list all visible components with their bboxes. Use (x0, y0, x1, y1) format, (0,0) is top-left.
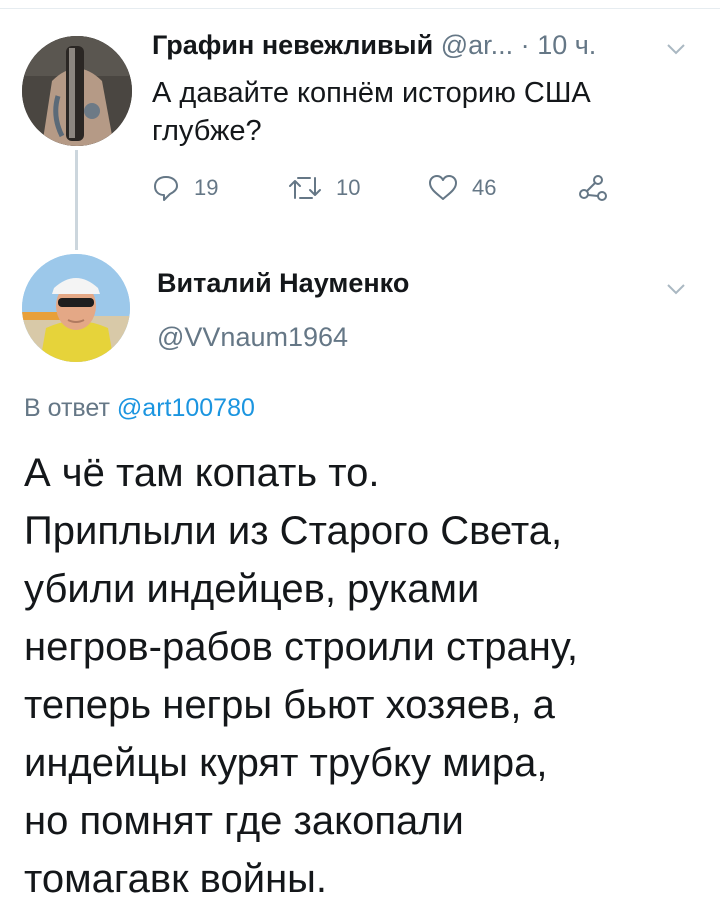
thread-line (75, 150, 78, 250)
tweet-text-line: А чё там копать то. (24, 451, 380, 495)
timestamp[interactable]: 10 ч. (537, 30, 596, 60)
share-button[interactable] (578, 168, 622, 208)
like-button[interactable]: 46 (428, 168, 496, 208)
reply-count: 19 (194, 175, 219, 200)
tweet-text-line: томагавк войны. (24, 857, 328, 901)
retweet-icon (289, 177, 321, 199)
tweet-text-line: негров-рабов строили страну, (24, 625, 578, 669)
author-handle[interactable]: @VVnaum1964 (157, 322, 348, 353)
tweet-text-line: убили индейцев, руками (24, 567, 480, 611)
avatar[interactable] (22, 254, 130, 362)
reply-prefix: В ответ (24, 394, 110, 422)
chevron-down-icon[interactable] (666, 42, 686, 56)
tweet-text-line: Приплыли из Старого Света, (24, 509, 563, 553)
reply-button[interactable]: 19 (152, 168, 218, 208)
like-icon (429, 175, 457, 200)
chevron-down-icon[interactable] (666, 282, 686, 296)
retweet-count: 10 (336, 175, 361, 200)
like-count: 46 (472, 175, 497, 200)
share-icon (579, 175, 607, 201)
author-name[interactable]: Виталий Науменко (157, 268, 409, 299)
tweet-text: А давайте копнём историю США глубже? (152, 77, 591, 147)
tweet-text-line: индейцы курят трубку мира, (24, 741, 548, 785)
top-divider (0, 8, 720, 9)
tweet-actions: 19 10 46 (150, 168, 630, 208)
tweet-header: Графин невежливый @ar... · 10 ч. (152, 30, 692, 64)
retweet-button[interactable]: 10 (288, 168, 360, 208)
tweet-text-line: теперь негры бьют хозяев, а (24, 683, 555, 727)
tweet-text: А чё там копать то. Приплыли из Старого … (24, 444, 714, 908)
author-name[interactable]: Графин невежливый (152, 30, 433, 60)
reply-context: В ответ @art100780 (24, 394, 255, 423)
separator-dot: · (520, 30, 530, 60)
tweet-text-line: но помнят где закопали (24, 799, 464, 843)
author-handle[interactable]: @ar... (441, 30, 513, 60)
reply-mention-link[interactable]: @art100780 (117, 394, 255, 422)
reply-icon (154, 176, 178, 201)
avatar[interactable] (22, 36, 132, 146)
